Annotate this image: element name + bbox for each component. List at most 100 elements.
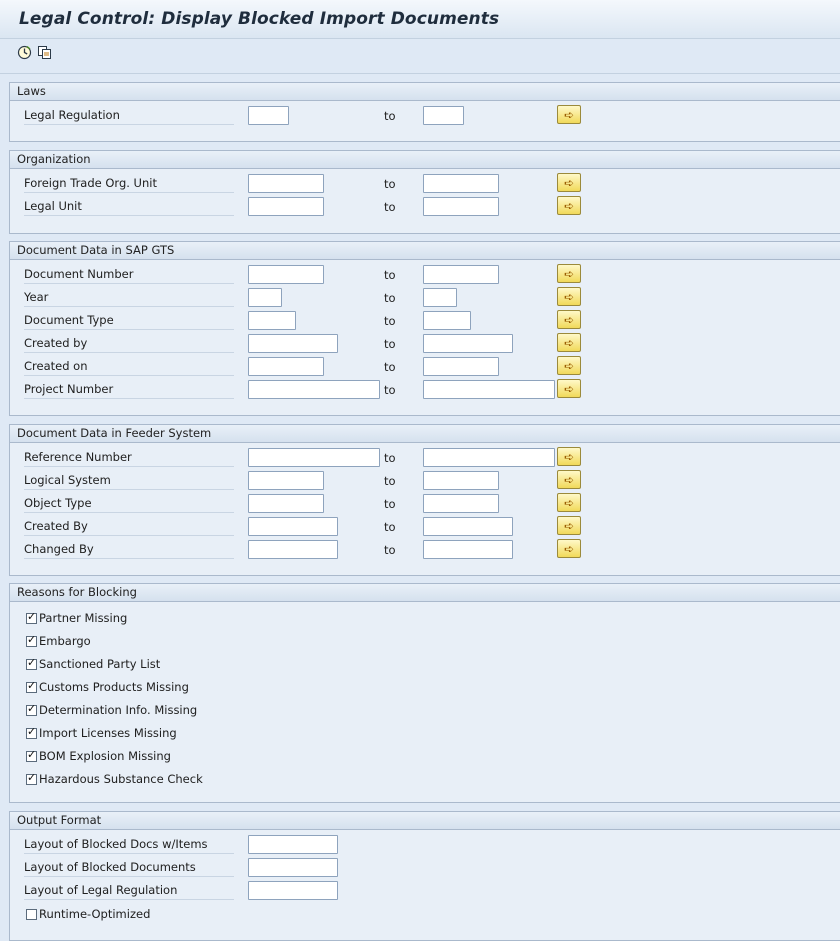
to-label: to [384,383,396,397]
checkbox-box[interactable] [26,908,37,920]
checkbox-import-licenses-missing[interactable]: Import Licenses Missing [26,724,177,742]
field-row-layout-blocked-docs-items: Layout of Blocked Docs w/Items [10,835,840,854]
created-by-from-input[interactable] [248,334,338,353]
legal-unit-from-input[interactable] [248,197,324,216]
created-by-to-input[interactable] [423,334,513,353]
checkbox-box[interactable] [26,656,37,670]
field-row-ftou: Foreign Trade Org. Unit to ➪ [10,173,840,193]
label-legal-unit: Legal Unit [24,198,234,216]
checkbox-label: Customs Products Missing [39,680,189,694]
checkbox-box[interactable] [26,610,37,624]
to-label: to [384,200,396,214]
document-number-to-input[interactable] [423,265,499,284]
checkbox-determination-info-missing[interactable]: Determination Info. Missing [26,701,197,719]
logical-system-to-input[interactable] [423,471,499,490]
created-on-from-input[interactable] [248,357,324,376]
checkbox-label: Determination Info. Missing [39,703,198,717]
multiple-selection-arrow-icon[interactable]: ➪ [557,196,581,215]
checkbox-bom-explosion-missing[interactable]: BOM Explosion Missing [26,747,171,765]
checkbox-label: Sanctioned Party List [39,657,161,671]
checkbox-box[interactable] [26,633,37,647]
field-row-created-on: Created on to ➪ [10,356,840,376]
multiple-selection-arrow-icon[interactable]: ➪ [557,470,581,489]
label-changed-by: Changed By [24,541,234,559]
checkbox-box[interactable] [26,679,37,693]
multiple-selection-arrow-icon[interactable]: ➪ [557,379,581,398]
to-label: to [384,474,396,488]
checkbox-customs-products-missing[interactable]: Customs Products Missing [26,678,189,696]
multiple-selection-arrow-icon[interactable]: ➪ [557,173,581,192]
multiple-selection-arrow-icon[interactable]: ➪ [557,447,581,466]
object-type-to-input[interactable] [423,494,499,513]
multiple-selection-arrow-icon[interactable]: ➪ [557,539,581,558]
created-on-to-input[interactable] [423,357,499,376]
multiple-selection-arrow-icon[interactable]: ➪ [557,356,581,375]
checkbox-box[interactable] [26,725,37,739]
group-title-feeder: Document Data in Feeder System [10,425,840,443]
execute-clock-icon[interactable] [16,44,32,60]
to-label: to [384,497,396,511]
project-number-from-input[interactable] [248,380,380,399]
legal-unit-to-input[interactable] [423,197,499,216]
layout-legal-regulation-input[interactable] [248,881,338,900]
project-number-to-input[interactable] [423,380,555,399]
to-label: to [384,291,396,305]
feeder-created-by-from-input[interactable] [248,517,338,536]
checkbox-hazardous-substance-check[interactable]: Hazardous Substance Check [26,770,203,788]
legal-regulation-from-input[interactable] [248,106,289,125]
changed-by-from-input[interactable] [248,540,338,559]
feeder-created-by-to-input[interactable] [423,517,513,536]
checkbox-label: Embargo [39,634,91,648]
ftou-from-input[interactable] [248,174,324,193]
checkbox-box[interactable] [26,748,37,762]
label-layout-blocked-docs-items: Layout of Blocked Docs w/Items [24,836,234,854]
checkbox-label: BOM Explosion Missing [39,749,171,763]
checkbox-partner-missing[interactable]: Partner Missing [26,609,127,627]
label-year: Year [24,289,234,307]
multiple-selection-arrow-icon[interactable]: ➪ [557,105,581,124]
label-logical-system: Logical System [24,472,234,490]
checkbox-box[interactable] [26,771,37,785]
reference-number-from-input[interactable] [248,448,380,467]
multiple-selection-arrow-icon[interactable]: ➪ [557,333,581,352]
document-type-to-input[interactable] [423,311,471,330]
year-to-input[interactable] [423,288,457,307]
label-ftou: Foreign Trade Org. Unit [24,175,234,193]
multiple-selection-arrow-icon[interactable]: ➪ [557,310,581,329]
checkbox-sanctioned-party-list[interactable]: Sanctioned Party List [26,655,160,673]
to-label: to [384,360,396,374]
label-layout-legal-regulation: Layout of Legal Regulation [24,882,234,900]
checkbox-embargo[interactable]: Embargo [26,632,91,650]
multiple-selection-arrow-icon[interactable]: ➪ [557,516,581,535]
field-row-created-by: Created by to ➪ [10,333,840,353]
ftou-to-input[interactable] [423,174,499,193]
to-label: to [384,314,396,328]
label-created-by: Created by [24,335,234,353]
layout-blocked-documents-input[interactable] [248,858,338,877]
multiple-selection-arrow-icon[interactable]: ➪ [557,493,581,512]
object-type-from-input[interactable] [248,494,324,513]
group-title-gts: Document Data in SAP GTS [10,242,840,260]
checkbox-box[interactable] [26,702,37,716]
field-row-legal-regulation: Legal Regulation to ➪ [10,105,840,125]
document-number-from-input[interactable] [248,265,324,284]
layout-blocked-docs-items-input[interactable] [248,835,338,854]
group-title-reasons: Reasons for Blocking [10,584,840,602]
year-from-input[interactable] [248,288,282,307]
application-toolbar [0,39,840,74]
multiple-selection-arrow-icon[interactable]: ➪ [557,287,581,306]
legal-regulation-to-input[interactable] [423,106,464,125]
changed-by-to-input[interactable] [423,540,513,559]
page-title: Legal Control: Display Blocked Import Do… [19,9,500,29]
field-row-year: Year to ➪ [10,287,840,307]
group-title-organization: Organization [10,151,840,169]
field-row-object-type: Object Type to ➪ [10,493,840,513]
reference-number-to-input[interactable] [423,448,555,467]
document-type-from-input[interactable] [248,311,296,330]
checkbox-runtime-optimized[interactable]: Runtime-Optimized [26,905,150,923]
label-created-on: Created on [24,358,234,376]
logical-system-from-input[interactable] [248,471,324,490]
label-object-type: Object Type [24,495,234,513]
get-variant-icon[interactable] [36,44,52,60]
multiple-selection-arrow-icon[interactable]: ➪ [557,264,581,283]
